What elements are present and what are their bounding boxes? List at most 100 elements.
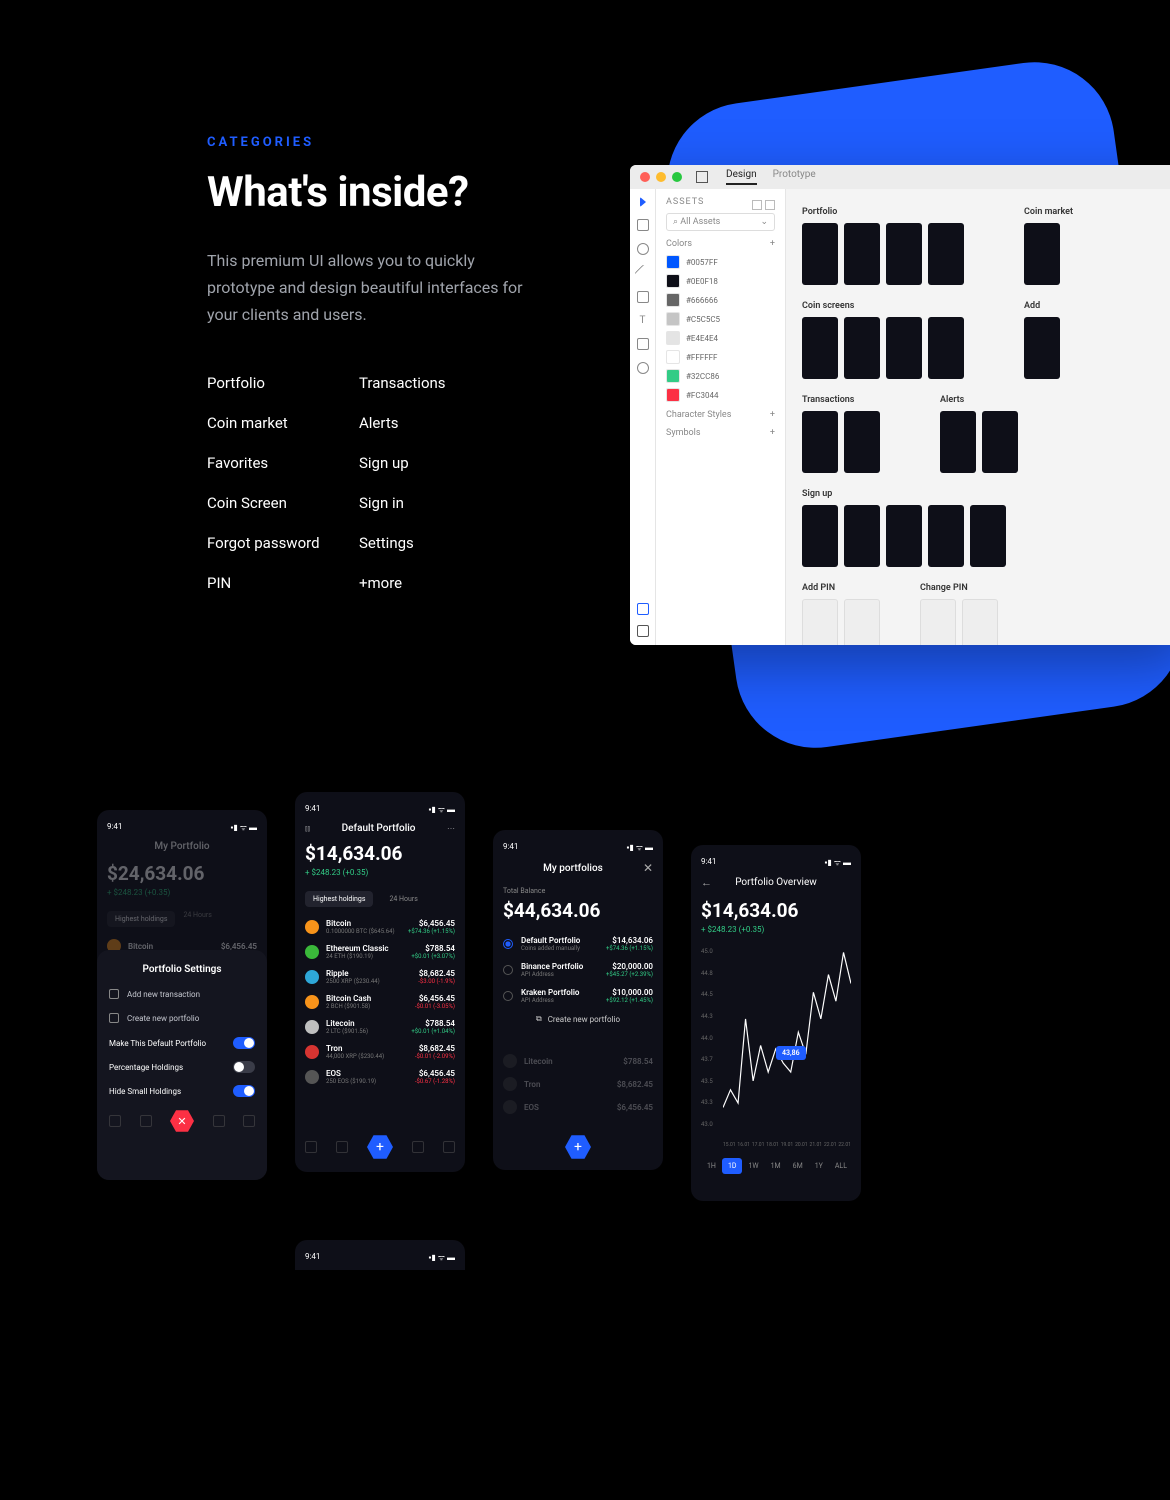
plus-icon [109, 989, 119, 999]
cat-more-link[interactable]: +more [359, 574, 511, 592]
chart[interactable]: 45.044.844.544.344.043.743.543.343.0 43,… [701, 948, 851, 1148]
add-transaction-row[interactable]: Add new transaction [109, 989, 255, 999]
color-swatch[interactable] [666, 388, 680, 402]
chart-icon[interactable]: ⫾⫾ [305, 824, 310, 834]
star-nav-icon[interactable] [412, 1141, 424, 1153]
portfolio-row[interactable]: Binance PortfolioAPI Address $20,000.00+… [503, 962, 653, 978]
add-symbol-icon[interactable]: + [770, 428, 775, 438]
zoom-icon[interactable] [672, 172, 682, 182]
range-1Y[interactable]: 1Y [809, 1158, 829, 1174]
sec-add: Add [1024, 301, 1060, 311]
canvas[interactable]: Portfolio Coin market Coin screens Add [786, 189, 1170, 645]
tab-highest[interactable]: Highest holdings [305, 891, 373, 907]
cat-alerts: Alerts [359, 414, 511, 432]
grid-nav-icon[interactable] [336, 1141, 348, 1153]
cat-signup: Sign up [359, 454, 511, 472]
settings-sheet: Portfolio Settings Add new transaction C… [97, 950, 267, 1180]
coin-row[interactable]: Litecoin2 LTC ($901.56) $788.54+$0.01 (+… [305, 1019, 455, 1035]
range-ALL[interactable]: ALL [829, 1158, 853, 1174]
ph2-delta: + $248.23 (+0.35) [305, 868, 455, 877]
assets-panel-icon[interactable] [637, 603, 649, 615]
add-style-icon[interactable]: + [770, 410, 775, 420]
toggle-pct[interactable] [233, 1061, 255, 1073]
cat-transactions: Transactions [359, 374, 511, 392]
color-swatch[interactable] [666, 293, 680, 307]
close-icon[interactable] [640, 172, 650, 182]
tab-prototype[interactable]: Prototype [773, 169, 816, 185]
close-icon[interactable]: ✕ [643, 861, 653, 875]
time: 9:41 [701, 857, 716, 868]
color-swatch[interactable] [666, 312, 680, 326]
gear-nav-icon[interactable] [443, 1141, 455, 1153]
trash-nav-icon[interactable] [140, 1115, 152, 1127]
add-color-icon[interactable]: + [770, 239, 775, 249]
radio-icon[interactable] [503, 965, 513, 975]
sec-changepin: Change PIN [920, 583, 998, 593]
range-6M[interactable]: 6M [787, 1158, 809, 1174]
coin-icon [305, 920, 319, 934]
copy-nav-icon[interactable] [109, 1115, 121, 1127]
pen-tool-icon[interactable] [637, 291, 649, 303]
toggle-hide[interactable] [233, 1085, 255, 1097]
coin-icon [305, 1070, 319, 1084]
radio-icon[interactable] [503, 939, 513, 949]
artboard-tool-icon[interactable] [637, 338, 649, 350]
more-icon[interactable]: ⋯ [447, 824, 455, 833]
coin-row[interactable]: Ethereum Classic24 ETH ($190.19) $788.54… [305, 944, 455, 960]
ph4-title: Portfolio Overview [720, 877, 832, 888]
symbols-section: Symbols+ [666, 428, 775, 438]
portfolio-row[interactable]: Default PortfolioCoins added manually $1… [503, 936, 653, 952]
add-button[interactable]: + [367, 1134, 393, 1160]
coin-row[interactable]: Bitcoin0.1000000 BTC ($645.64) $6,456.45… [305, 919, 455, 935]
status-icons: ▪▮ ᯤ ▬ [428, 804, 455, 815]
list-view-icon[interactable] [752, 200, 762, 210]
search-input[interactable]: ⌕ All Assets⌄ [666, 213, 775, 231]
coin-row[interactable]: Tron44,000 XRP ($230.44) $8,682.45-$0.01… [305, 1044, 455, 1060]
range-1D[interactable]: 1D [722, 1158, 743, 1174]
tab-highest[interactable]: Highest holdings [107, 911, 175, 927]
minimize-icon[interactable] [656, 172, 666, 182]
line-tool-icon[interactable] [634, 265, 651, 282]
range-1H[interactable]: 1H [701, 1158, 722, 1174]
swatch-hex: #C5C5C5 [686, 315, 720, 324]
phone-default-portfolio: 9:41▪▮ ᯤ ▬ ⫾⫾ Default Portfolio ⋯ $14,63… [295, 792, 465, 1172]
tab-design[interactable]: Design [726, 169, 757, 185]
create-portfolio-button[interactable]: ⧉ Create new portfolio [503, 1014, 653, 1024]
close-button[interactable]: ✕ [170, 1109, 194, 1133]
cat-coin-market: Coin market [207, 414, 359, 432]
ellipse-tool-icon[interactable] [637, 243, 649, 255]
color-swatch[interactable] [666, 274, 680, 288]
description: This premium UI allows you to quickly pr… [207, 247, 527, 329]
cat-signin: Sign in [359, 494, 511, 512]
home-icon[interactable] [696, 171, 708, 183]
toggle-default[interactable] [233, 1037, 255, 1049]
create-portfolio-row[interactable]: Create new portfolio [109, 1013, 255, 1023]
gear-nav-icon[interactable] [243, 1115, 255, 1127]
portfolio-row[interactable]: Kraken PortfolioAPI Address $10,000.00+$… [503, 988, 653, 1004]
range-1W[interactable]: 1W [742, 1158, 764, 1174]
window-titlebar: Design Prototype [630, 165, 1170, 189]
zoom-tool-icon[interactable] [637, 362, 649, 374]
ph1-title: My Portfolio [107, 841, 257, 852]
pointer-tool-icon[interactable] [640, 197, 646, 207]
back-icon[interactable]: ← [701, 876, 712, 889]
copy-nav-icon[interactable] [305, 1141, 317, 1153]
coin-row[interactable]: EOS250 EOS ($190.19) $6,456.45-$0.67 (-1… [305, 1069, 455, 1085]
range-1M[interactable]: 1M [765, 1158, 787, 1174]
layers-panel-icon[interactable] [637, 625, 649, 637]
add-button[interactable]: + [565, 1134, 591, 1160]
tab-24h[interactable]: 24 Hours [381, 891, 425, 907]
color-swatch[interactable] [666, 331, 680, 345]
grid-view-icon[interactable] [765, 200, 775, 210]
coin-row[interactable]: Bitcoin Cash2 BCH ($901.58) $6,456.45-$0… [305, 994, 455, 1010]
text-tool-icon[interactable]: T [640, 315, 646, 326]
color-swatch[interactable] [666, 255, 680, 269]
color-swatch[interactable] [666, 369, 680, 383]
coin-row[interactable]: Ripple2500 XRP ($230.44) $8,682.45-$3.00… [305, 969, 455, 985]
tab-24h[interactable]: 24 Hours [183, 911, 211, 927]
color-swatch[interactable] [666, 350, 680, 364]
star-nav-icon[interactable] [213, 1115, 225, 1127]
rect-tool-icon[interactable] [637, 219, 649, 231]
radio-icon[interactable] [503, 991, 513, 1001]
chart-tooltip: 43,86 [776, 1046, 806, 1060]
